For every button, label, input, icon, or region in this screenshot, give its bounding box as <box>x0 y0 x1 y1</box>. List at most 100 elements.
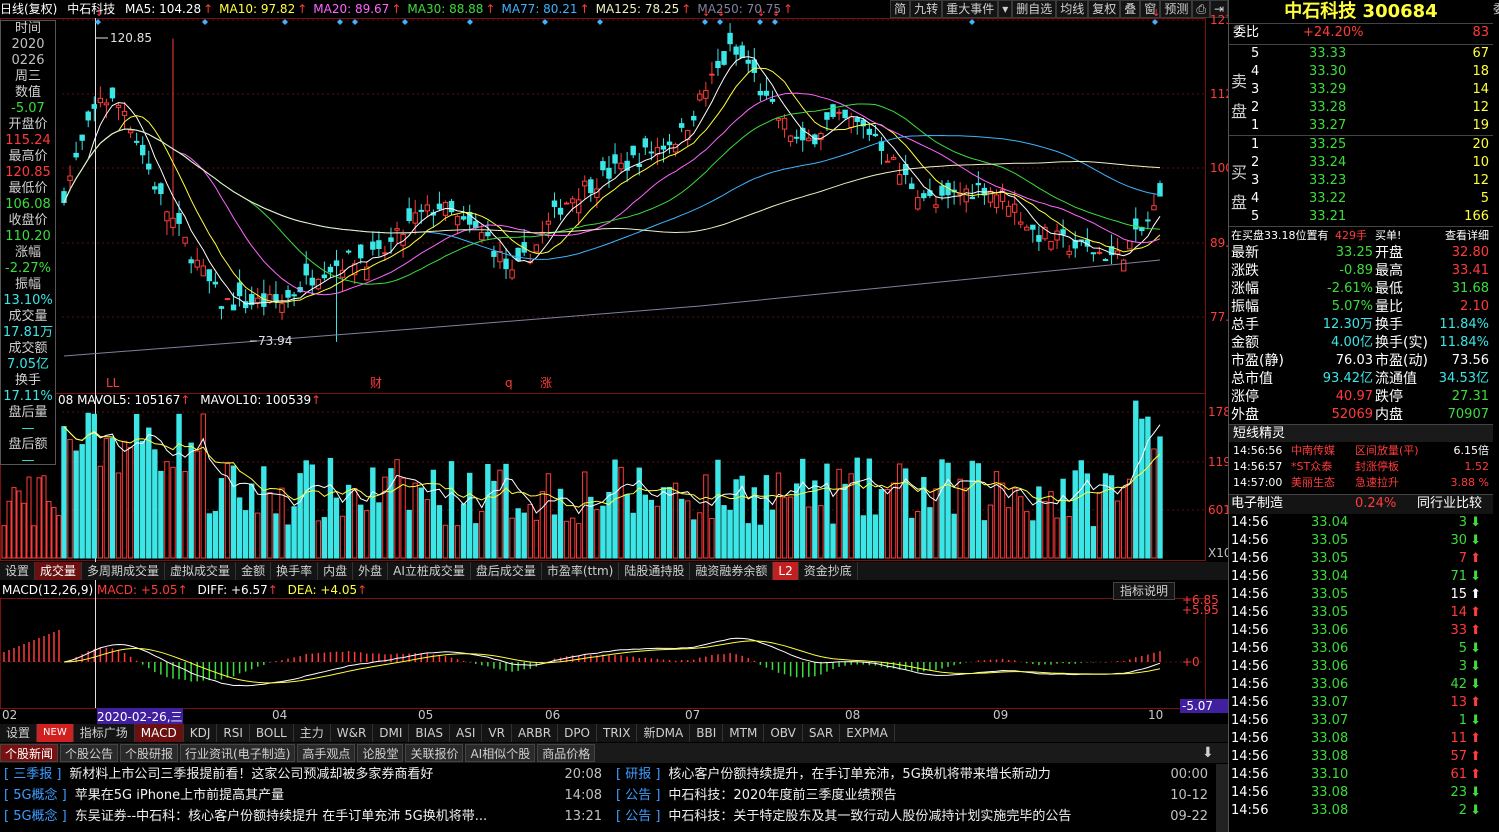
news-tab[interactable]: 个股新闻 <box>0 744 59 762</box>
news-row[interactable]: [ 研报 ] 核心客户份额持续提升，在手订单充沛，5G换机将带来增长新动力 00:0… <box>612 764 1216 785</box>
indicator-tab[interactable]: 主力 <box>294 724 331 742</box>
news-tab[interactable]: 行业资讯(电子制造) <box>180 744 296 762</box>
indicator-tab[interactable]: OBV <box>764 724 803 742</box>
news-list-right: [ 研报 ] 核心客户份额持续提升，在手订单充沛，5G换机将带来增长新动力 00:0… <box>612 764 1216 827</box>
news-title[interactable]: 苹果在5G iPhone上市前提高其产量 <box>75 788 284 803</box>
indicator-tab[interactable]: BOLL <box>250 724 294 742</box>
indicator-help-button[interactable]: 指标说明 <box>1113 582 1176 600</box>
industry-compare-button[interactable]: 同行业比较 <box>1417 495 1482 513</box>
indicator-tab[interactable]: VR <box>482 724 512 742</box>
date-tick: 02 <box>2 708 18 722</box>
tick-volume: 11 <box>1450 731 1467 746</box>
volume-tab[interactable]: 设置 <box>0 562 36 580</box>
volume-tab[interactable]: L2 <box>773 562 799 580</box>
news-tab[interactable]: 高手观点 <box>297 744 356 762</box>
news-title[interactable]: 新材料上市公司三季报提前看！这家公司预减却被多家券商看好 <box>69 767 433 782</box>
indicator-tab[interactable]: 新DMA <box>637 724 691 742</box>
news-title[interactable]: 中石科技：2020年度前三季度业绩预告 <box>668 788 896 803</box>
indicator-tab[interactable]: BBI <box>690 724 724 742</box>
indicator-tab[interactable]: DMI <box>373 724 410 742</box>
kline-chart[interactable]: 123.73 112.28 100.84 89.24 77.79 17811 11914 60… <box>0 0 1228 724</box>
indicator-tab[interactable]: DPO <box>558 724 597 742</box>
news-tab[interactable]: 关联报价 <box>405 744 464 762</box>
indicator-tab[interactable]: NEW <box>37 724 74 742</box>
order-level[interactable]: 3 33.29 14 <box>1229 81 1493 99</box>
volume-bar <box>1090 526 1097 559</box>
volume-bar <box>140 440 146 559</box>
candle <box>115 102 122 121</box>
order-level[interactable]: 5 33.33 67 <box>1229 45 1493 63</box>
volume-tab[interactable]: 外盘 <box>353 562 389 580</box>
news-title[interactable]: 东吴证券--中石科：核心客户份额持续提升 在手订单充沛 5G换机将带... <box>75 809 487 824</box>
news-tab[interactable]: 商品价格 <box>537 744 596 762</box>
order-level[interactable]: 5 33.21 166 <box>1229 208 1493 226</box>
news-tab[interactable]: 论股堂 <box>357 744 404 762</box>
news-category[interactable]: [ 5G概念 ] <box>4 809 67 824</box>
order-level[interactable]: 4 33.22 5 <box>1229 190 1493 208</box>
volume-tab[interactable]: 金额 <box>236 562 272 580</box>
tick-time: 14:56 <box>1231 623 1269 638</box>
news-tab[interactable]: AI相似个股 <box>465 744 536 762</box>
arrow-down-icon: ⬇ <box>1470 677 1481 692</box>
candle <box>109 87 116 102</box>
candle <box>127 126 134 138</box>
news-row[interactable]: [ 5G概念 ] 苹果在5G iPhone上市前提高其产量 14:08 <box>0 785 610 806</box>
detail-link[interactable]: 查看详细 <box>1445 227 1489 245</box>
indicator-tab[interactable]: TRIX <box>597 724 638 742</box>
quote-row: 金额 4.00亿 换手(实) 11.84% <box>1229 334 1493 352</box>
indicator-tab[interactable]: MTM <box>723 724 765 742</box>
ma250-line <box>63 259 1161 357</box>
level-volume: 67 <box>1472 46 1489 61</box>
volume-tab[interactable]: 陆股通持股 <box>619 562 691 580</box>
indicator-tab[interactable]: W&R <box>331 724 374 742</box>
news-title[interactable]: 核心客户份额持续提升，在手订单充沛，5G换机将带来增长新动力 <box>668 767 1050 782</box>
news-category[interactable]: [ 研报 ] <box>616 767 660 782</box>
news-row[interactable]: [ 5G概念 ] 东吴证券--中石科：核心客户份额持续提升 在手订单充沛 5G换机… <box>0 806 610 827</box>
indicator-tab[interactable]: SAR <box>803 724 841 742</box>
download-icon[interactable]: ⬇ <box>1202 745 1214 761</box>
level-price: 33.21 <box>1309 209 1347 224</box>
news-category[interactable]: [ 公告 ] <box>616 809 660 824</box>
svg-text:↓: ↓ <box>95 8 103 19</box>
tick-time: 14:56 <box>1231 605 1269 620</box>
news-scrollbar[interactable] <box>1216 764 1228 832</box>
news-row[interactable]: [ 公告 ] 中石科技：关于特定股东及其一致行动人股份减持计划实施完毕的公告 09-… <box>612 806 1216 827</box>
indicator-tab[interactable]: KDJ <box>184 724 218 742</box>
news-row[interactable]: [ 公告 ] 中石科技：2020年度前三季度业绩预告 10-12 <box>612 785 1216 806</box>
cell: 金额 <box>1231 335 1259 351</box>
order-level[interactable]: 3 33.23 12 <box>1229 172 1493 190</box>
volume-tab[interactable]: 市盈率(ttm) <box>542 562 620 580</box>
volume-tab[interactable]: 融资融券余额 <box>690 562 774 580</box>
candle <box>678 118 685 133</box>
indicator-tab[interactable]: 指标广场 <box>74 724 135 742</box>
news-category[interactable]: [ 5G概念 ] <box>4 788 67 803</box>
volume-bar <box>273 513 279 559</box>
indicator-tab[interactable]: BIAS <box>409 724 451 742</box>
volume-tab[interactable]: 换手率 <box>271 562 319 580</box>
news-category[interactable]: [ 三季报 ] <box>4 767 61 782</box>
volume-tab[interactable]: 内盘 <box>318 562 354 580</box>
order-level[interactable]: 1 33.25 20 <box>1229 136 1493 154</box>
news-category[interactable]: [ 公告 ] <box>616 788 660 803</box>
indicator-tab[interactable]: ARBR <box>512 724 559 742</box>
indicator-tab[interactable]: EXPMA <box>840 724 895 742</box>
indicator-tab[interactable]: 设置 <box>0 724 38 742</box>
news-row[interactable]: [ 三季报 ] 新材料上市公司三季报提前看！这家公司预减却被多家券商看好 20:08 <box>0 764 610 785</box>
indicator-tab[interactable]: ASI <box>450 724 483 742</box>
order-level[interactable]: 1 33.27 19 <box>1229 117 1493 135</box>
indicator-tab[interactable]: MACD <box>134 724 184 742</box>
volume-tab[interactable]: AI立桩成交量 <box>388 562 471 580</box>
level-price: 33.22 <box>1309 191 1347 206</box>
news-tab[interactable]: 个股研报 <box>120 744 179 762</box>
order-level[interactable]: 2 33.28 12 <box>1229 99 1493 117</box>
news-title[interactable]: 中石科技：关于特定股东及其一致行动人股份减持计划实施完毕的公告 <box>668 809 1071 824</box>
order-level[interactable]: 4 33.30 18 <box>1229 63 1493 81</box>
volume-tab[interactable]: 资金抄底 <box>799 562 858 580</box>
indicator-tab[interactable]: RSI <box>217 724 250 742</box>
volume-tab[interactable]: 虚拟成交量 <box>165 562 237 580</box>
order-level[interactable]: 2 33.24 10 <box>1229 154 1493 172</box>
volume-tab[interactable]: 多周期成交量 <box>82 562 166 580</box>
news-tab[interactable]: 个股公告 <box>60 744 119 762</box>
volume-tab[interactable]: 盘后成交量 <box>471 562 542 580</box>
volume-tab[interactable]: 成交量 <box>35 562 83 580</box>
